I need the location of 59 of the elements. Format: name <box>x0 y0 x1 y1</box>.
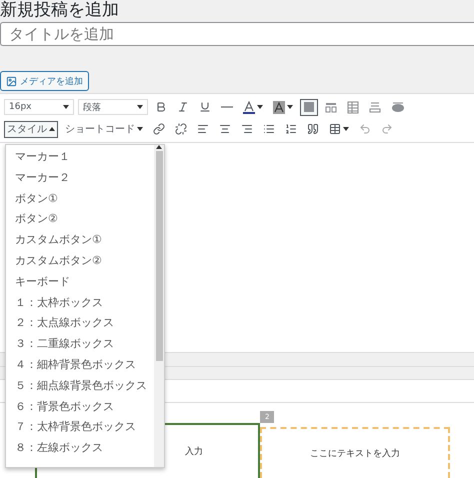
style-menu-item[interactable]: ２：太点線ボックス <box>6 313 154 334</box>
caret-down-icon <box>257 105 263 109</box>
bold-icon <box>155 101 167 113</box>
underline-icon <box>199 101 211 113</box>
style-menu-item[interactable]: ６：背景色ボックス <box>6 396 154 418</box>
text-color-button[interactable] <box>240 98 266 116</box>
font-size-select[interactable]: 16px <box>4 99 74 115</box>
background-color-button[interactable] <box>270 98 296 116</box>
align-center-icon <box>219 123 231 135</box>
style-menu-item[interactable]: マーカー１ <box>6 147 154 168</box>
chat-bubble-icon <box>391 101 405 113</box>
unlink-icon <box>175 123 187 135</box>
style-menu-item[interactable]: マーカー２ <box>6 168 154 189</box>
style-menu-item[interactable]: ボタン① <box>6 188 154 210</box>
box-text: ここにテキストを入力 <box>310 448 400 460</box>
align-left-icon <box>197 123 209 135</box>
undo-icon <box>359 123 371 135</box>
title-field[interactable]: タイトルを追加 <box>0 22 474 46</box>
scrollbar[interactable] <box>154 145 164 467</box>
dashed-text-box[interactable]: ここにテキストを入力 <box>260 427 450 478</box>
caret-up-icon <box>49 127 55 131</box>
style-menu-item[interactable]: ３：二重線ボックス <box>6 334 154 355</box>
caret-down-icon <box>63 105 69 109</box>
style-menu-item[interactable]: カスタムボタン② <box>6 250 154 272</box>
style-menu-item[interactable]: ８：左線ボックス <box>6 438 154 459</box>
caret-down-icon <box>287 105 293 109</box>
quote-icon <box>307 123 319 135</box>
text-color-icon <box>243 100 255 114</box>
add-media-button[interactable]: メディアを追加 <box>0 71 89 91</box>
italic-icon <box>177 101 189 113</box>
table-layout-icon <box>347 100 359 114</box>
numbered-list-icon <box>285 123 297 135</box>
highlight-color-icon <box>273 100 285 114</box>
style-menu-item[interactable]: １：太枠ボックス <box>6 292 154 314</box>
style-menu-item[interactable]: カスタムボタン① <box>6 230 154 251</box>
shortcode-dropdown-button[interactable]: ショートコード <box>62 120 146 138</box>
page-heading: 新規投稿を追加 <box>0 0 120 20</box>
caret-up-icon <box>156 145 162 149</box>
table-icon <box>329 123 341 135</box>
link-icon <box>153 123 165 135</box>
caret-down-icon <box>137 105 143 109</box>
box-insert-button[interactable] <box>300 98 318 116</box>
align-right-icon <box>241 123 253 135</box>
media-icon <box>6 76 17 86</box>
format-select[interactable]: 段落 <box>78 99 148 115</box>
style-menu-item[interactable]: ４：細枠背景色ボックス <box>6 354 154 376</box>
box-icon <box>303 101 315 113</box>
strikethrough-icon <box>221 104 233 110</box>
caret-down-icon <box>343 127 349 131</box>
style-menu-item[interactable]: キーボード <box>6 272 154 293</box>
redo-icon <box>381 123 393 135</box>
style-dropdown-button[interactable]: スタイル <box>4 120 58 138</box>
caret-down-icon <box>137 127 143 131</box>
button-icon <box>369 101 381 113</box>
box-text: 入力 <box>185 446 203 458</box>
ranking-icon <box>325 101 337 113</box>
style-menu-item[interactable]: ボタン② <box>6 209 154 230</box>
style-menu-item[interactable]: ５：細点線背景色ボックス <box>6 376 154 397</box>
style-menu-item[interactable]: ７：太枠背景色ボックス <box>6 417 154 438</box>
